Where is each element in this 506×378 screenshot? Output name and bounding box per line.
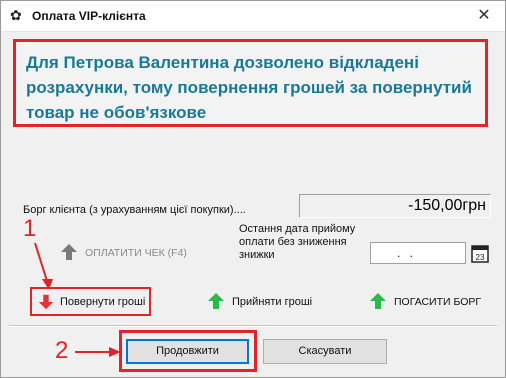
- continue-button[interactable]: Продовжити: [126, 339, 249, 364]
- arrow-up-gray-icon: [61, 244, 77, 260]
- annotation-number-2: 2: [55, 337, 69, 364]
- window-title: Оплата VIP-клієнта: [32, 9, 146, 23]
- arrow-down-red-icon: [38, 294, 54, 310]
- svg-text:23: 23: [476, 253, 485, 262]
- accept-money-label: Прийняти гроші: [232, 296, 313, 308]
- vip-payment-dialog: ✿ Оплата VIP-клієнта ✕ Для Петрова Вален…: [0, 0, 506, 378]
- debt-value: -150,00грн: [408, 197, 486, 214]
- return-money-button[interactable]: Повернути гроші: [30, 287, 151, 316]
- last-date-input[interactable]: . .: [370, 242, 466, 264]
- debt-value-box: -150,00грн: [299, 194, 491, 218]
- calendar-icon[interactable]: 23: [471, 243, 489, 263]
- debt-label: Борг клієнта (з урахуванням цієї покупки…: [23, 204, 246, 216]
- last-date-value: . .: [397, 246, 417, 260]
- annotation-arrow-1: [34, 242, 53, 290]
- cancel-button[interactable]: Скасувати: [263, 339, 387, 364]
- last-date-label: Остання дата прийому оплати без зниження…: [239, 223, 356, 261]
- gear-icon: ✿: [10, 7, 22, 23]
- info-banner: Для Петрова Валентина дозволено відкладе…: [13, 39, 488, 127]
- return-money-label: Повернути гроші: [60, 296, 146, 308]
- arrow-up-green-icon: [208, 293, 224, 309]
- annotation-arrow-2: [75, 347, 121, 357]
- pay-check-label: ОПЛАТИТИ ЧЕК (F4): [85, 247, 187, 259]
- close-button[interactable]: ✕: [463, 1, 505, 31]
- repay-debt-label: ПОГАСИТИ БОРГ: [394, 296, 482, 308]
- title-bar: ✿ Оплата VIP-клієнта ✕: [1, 1, 505, 32]
- banner-text: Для Петрова Валентина дозволено відкладе…: [26, 53, 472, 122]
- annotation-number-1: 1: [23, 215, 37, 242]
- footer-separator: [9, 325, 497, 327]
- arrow-up-green-icon: [370, 293, 386, 309]
